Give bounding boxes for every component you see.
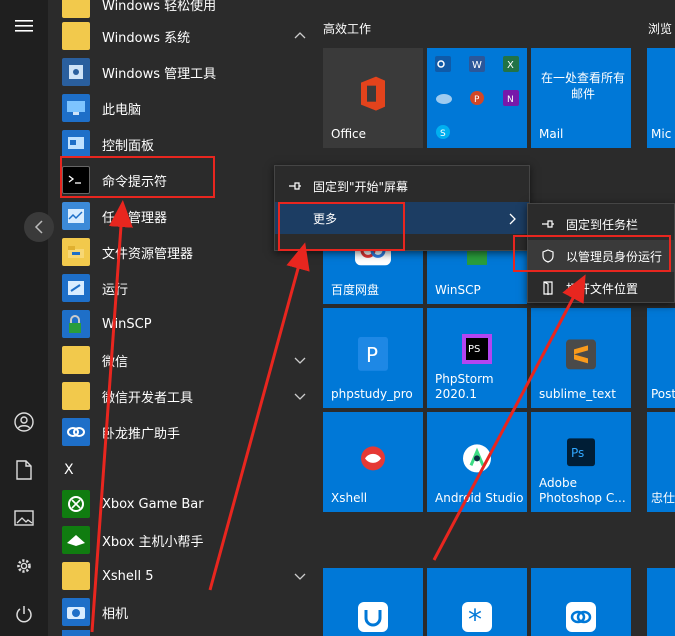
arrow-to-run-as-admin (432, 274, 586, 561)
arrow-to-more (208, 242, 310, 591)
annotation-arrows (90, 200, 586, 633)
arrow-to-cmd (90, 200, 133, 633)
